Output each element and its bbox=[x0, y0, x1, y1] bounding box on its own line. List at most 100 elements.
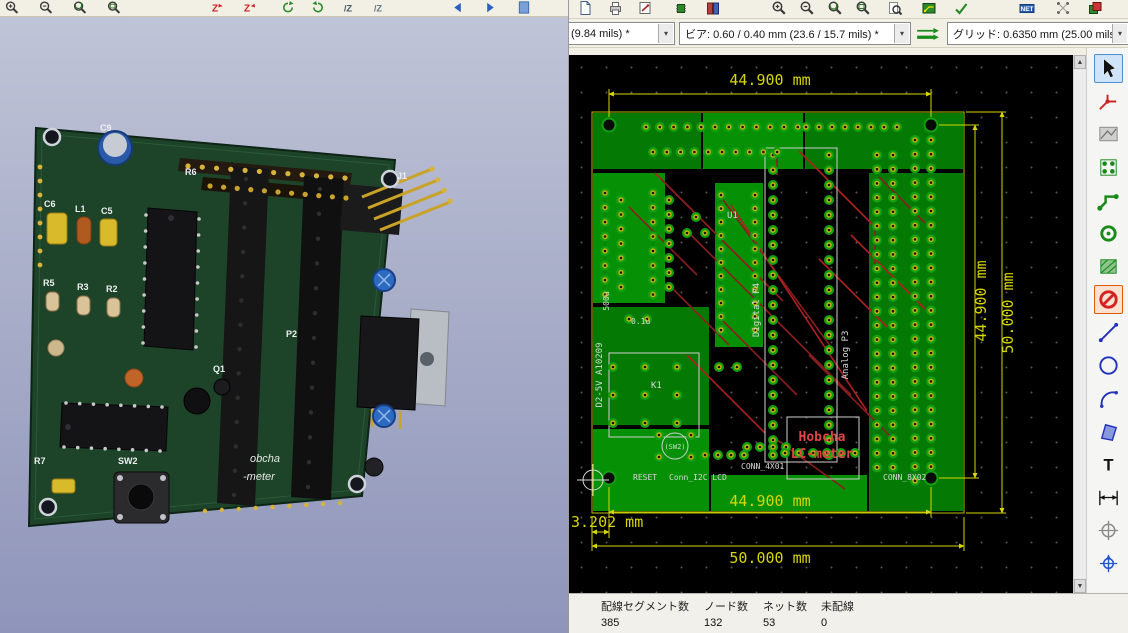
svg-text:D2-5V A10209: D2-5V A10209 bbox=[595, 342, 605, 407]
status-value: 53 bbox=[763, 617, 776, 629]
add-via-tool-icon[interactable] bbox=[1094, 219, 1123, 248]
svg-text:(SW2): (SW2) bbox=[664, 443, 685, 451]
svg-text:obcha: obcha bbox=[250, 453, 280, 465]
rotate-z-neg-icon[interactable]: Z bbox=[240, 0, 256, 15]
svg-text:CONN_8X02: CONN_8X02 bbox=[883, 473, 927, 482]
add-dimension-tool-icon[interactable] bbox=[1094, 483, 1123, 512]
dim-top: 44.900 mm bbox=[729, 71, 810, 89]
grid-dropdown[interactable]: グリッド: 0.6350 mm (25.00 mils) ▾ bbox=[947, 22, 1128, 45]
pan-left-icon[interactable] bbox=[450, 0, 466, 15]
zoom-redraw-icon[interactable] bbox=[827, 0, 843, 16]
3d-viewer-window: Z Z/Z/Z C9 C6 L1 C5 R6 R5 R3 R2 P2 J1 Q1… bbox=[0, 0, 568, 633]
svg-text:Hobcha: Hobcha bbox=[799, 430, 846, 445]
zoom-out-icon[interactable] bbox=[38, 0, 54, 15]
local-ratsnest-tool-icon[interactable] bbox=[1094, 120, 1123, 149]
svg-text:J1: J1 bbox=[397, 171, 407, 181]
svg-text:U1: U1 bbox=[727, 211, 738, 221]
dim-bottom-outer: 50.000 mm bbox=[729, 549, 810, 567]
move-z-down-icon[interactable]: /Z bbox=[370, 0, 386, 15]
drill-origin-tool-icon[interactable] bbox=[1094, 549, 1123, 578]
svg-text:SW2: SW2 bbox=[118, 456, 138, 466]
footprint-editor-icon[interactable] bbox=[673, 0, 689, 16]
status-label: 未配線 bbox=[821, 601, 854, 613]
svg-text:R3: R3 bbox=[77, 282, 89, 292]
route-tracks-tool-icon[interactable] bbox=[1094, 186, 1123, 215]
svg-text:C6: C6 bbox=[44, 199, 56, 209]
zoom-out-icon[interactable] bbox=[799, 0, 815, 16]
drc-check-icon[interactable] bbox=[953, 0, 969, 16]
svg-text:R6: R6 bbox=[185, 167, 197, 177]
pcb-canvas[interactable]: Hobcha LC-meter RESET Conn_I2C LCD CONN_… bbox=[569, 55, 1073, 593]
add-footprint-tool-icon[interactable] bbox=[1094, 153, 1123, 182]
3d-viewer-icon[interactable] bbox=[921, 0, 937, 16]
orbit-ccw-icon[interactable] bbox=[310, 0, 326, 15]
3d-board-render[interactable]: C9 C6 L1 C5 R6 R5 R3 R2 P2 J1 Q1 SW2 R7 … bbox=[0, 17, 568, 633]
pcb-canvas-area[interactable]: Hobcha LC-meter RESET Conn_I2C LCD CONN_… bbox=[569, 55, 1073, 593]
pan-right-icon[interactable] bbox=[482, 0, 498, 15]
rotate-z-pos-icon[interactable]: Z bbox=[208, 0, 224, 15]
svg-text:C9: C9 bbox=[100, 123, 112, 133]
dim-right-inner: 44.900 mm bbox=[972, 260, 990, 341]
via-size-value: ビア: 0.60 / 0.40 mm (23.6 / 15.7 mils) * bbox=[685, 28, 879, 41]
layer-pair-icon[interactable] bbox=[1087, 0, 1103, 16]
canvas-vertical-scrollbar[interactable]: ▲ ▼ bbox=[1073, 55, 1086, 593]
grid-value: グリッド: 0.6350 mm (25.00 mils) bbox=[953, 28, 1119, 41]
plot-icon[interactable] bbox=[637, 0, 653, 16]
add-graphic-circle-tool-icon[interactable] bbox=[1094, 351, 1123, 380]
svg-text:Conn_I2C LCD: Conn_I2C LCD bbox=[669, 473, 727, 482]
svg-text:500u: 500u bbox=[602, 291, 611, 310]
add-graphic-arc-tool-icon[interactable] bbox=[1094, 384, 1123, 413]
svg-text:R5: R5 bbox=[43, 278, 55, 288]
svg-text:NET: NET bbox=[1021, 6, 1034, 13]
zoom-in-icon[interactable] bbox=[4, 0, 20, 15]
status-value: 132 bbox=[704, 617, 723, 629]
new-board-icon[interactable] bbox=[577, 0, 593, 16]
svg-text:C5: C5 bbox=[101, 206, 113, 216]
add-keepout-tool-icon[interactable] bbox=[1094, 285, 1123, 314]
find-icon[interactable] bbox=[887, 0, 903, 16]
svg-text:0.1u: 0.1u bbox=[631, 317, 650, 326]
chevron-down-icon[interactable]: ▾ bbox=[894, 24, 909, 43]
status-label: ネット数 bbox=[763, 601, 807, 613]
track-width-dropdown[interactable]: (9.84 mils) * ▾ bbox=[569, 22, 675, 45]
scroll-down-button[interactable]: ▼ bbox=[1074, 579, 1086, 593]
scroll-up-button[interactable]: ▲ bbox=[1074, 55, 1086, 69]
footprint-browser-icon[interactable] bbox=[705, 0, 721, 16]
select-tool-icon[interactable] bbox=[1094, 54, 1123, 83]
net-inspector-icon[interactable]: NET bbox=[1019, 0, 1035, 16]
ratsnest-icon[interactable] bbox=[1055, 0, 1071, 16]
3d-viewport[interactable]: C9 C6 L1 C5 R6 R5 R3 R2 P2 J1 Q1 SW2 R7 … bbox=[0, 17, 568, 633]
dim-offset: 3.202 mm bbox=[571, 513, 643, 531]
add-graphic-polygon-tool-icon[interactable] bbox=[1094, 417, 1123, 446]
print-icon[interactable] bbox=[607, 0, 623, 16]
chevron-down-icon[interactable]: ▾ bbox=[658, 24, 673, 43]
orbit-cw-icon[interactable] bbox=[280, 0, 296, 15]
status-value: 0 bbox=[821, 617, 828, 629]
zoom-in-icon[interactable] bbox=[771, 0, 787, 16]
track-width-value: (9.84 mils) * bbox=[571, 27, 630, 40]
svg-text:/Z: /Z bbox=[374, 3, 383, 13]
svg-text:Digital P4: Digital P4 bbox=[752, 283, 762, 337]
track-display-icon[interactable] bbox=[915, 25, 941, 43]
add-text-tool-icon[interactable]: T bbox=[1094, 450, 1123, 479]
svg-text:LC-meter: LC-meter bbox=[791, 447, 854, 462]
zoom-fit-icon[interactable] bbox=[106, 0, 122, 15]
zoom-fit-icon[interactable] bbox=[855, 0, 871, 16]
editor-top-toolbar: NET bbox=[569, 0, 1128, 19]
chevron-down-icon[interactable]: ▾ bbox=[1112, 24, 1127, 43]
add-graphic-line-tool-icon[interactable] bbox=[1094, 318, 1123, 347]
editor-right-toolbar: T bbox=[1086, 48, 1128, 593]
side-panel-icon[interactable] bbox=[516, 0, 532, 15]
status-wire-segments: 配線セグメント数 385 bbox=[601, 598, 689, 629]
add-target-tool-icon[interactable] bbox=[1094, 516, 1123, 545]
add-zone-tool-icon[interactable] bbox=[1094, 252, 1123, 281]
move-z-up-icon[interactable]: /Z bbox=[340, 0, 356, 15]
svg-text:Q1: Q1 bbox=[213, 364, 225, 374]
pcb-editor-window: NET (9.84 mils) * ▾ ビア: 0.60 / 0.40 mm (… bbox=[568, 0, 1128, 633]
via-size-dropdown[interactable]: ビア: 0.60 / 0.40 mm (23.6 / 15.7 mils) * … bbox=[679, 22, 911, 45]
svg-text:-meter: -meter bbox=[243, 471, 276, 483]
settings-toolbar: (9.84 mils) * ▾ ビア: 0.60 / 0.40 mm (23.6… bbox=[569, 19, 1128, 48]
dim-bottom-inner: 44.900 mm bbox=[729, 492, 810, 510]
highlight-net-tool-icon[interactable] bbox=[1094, 87, 1123, 116]
zoom-redraw-icon[interactable] bbox=[72, 0, 88, 15]
